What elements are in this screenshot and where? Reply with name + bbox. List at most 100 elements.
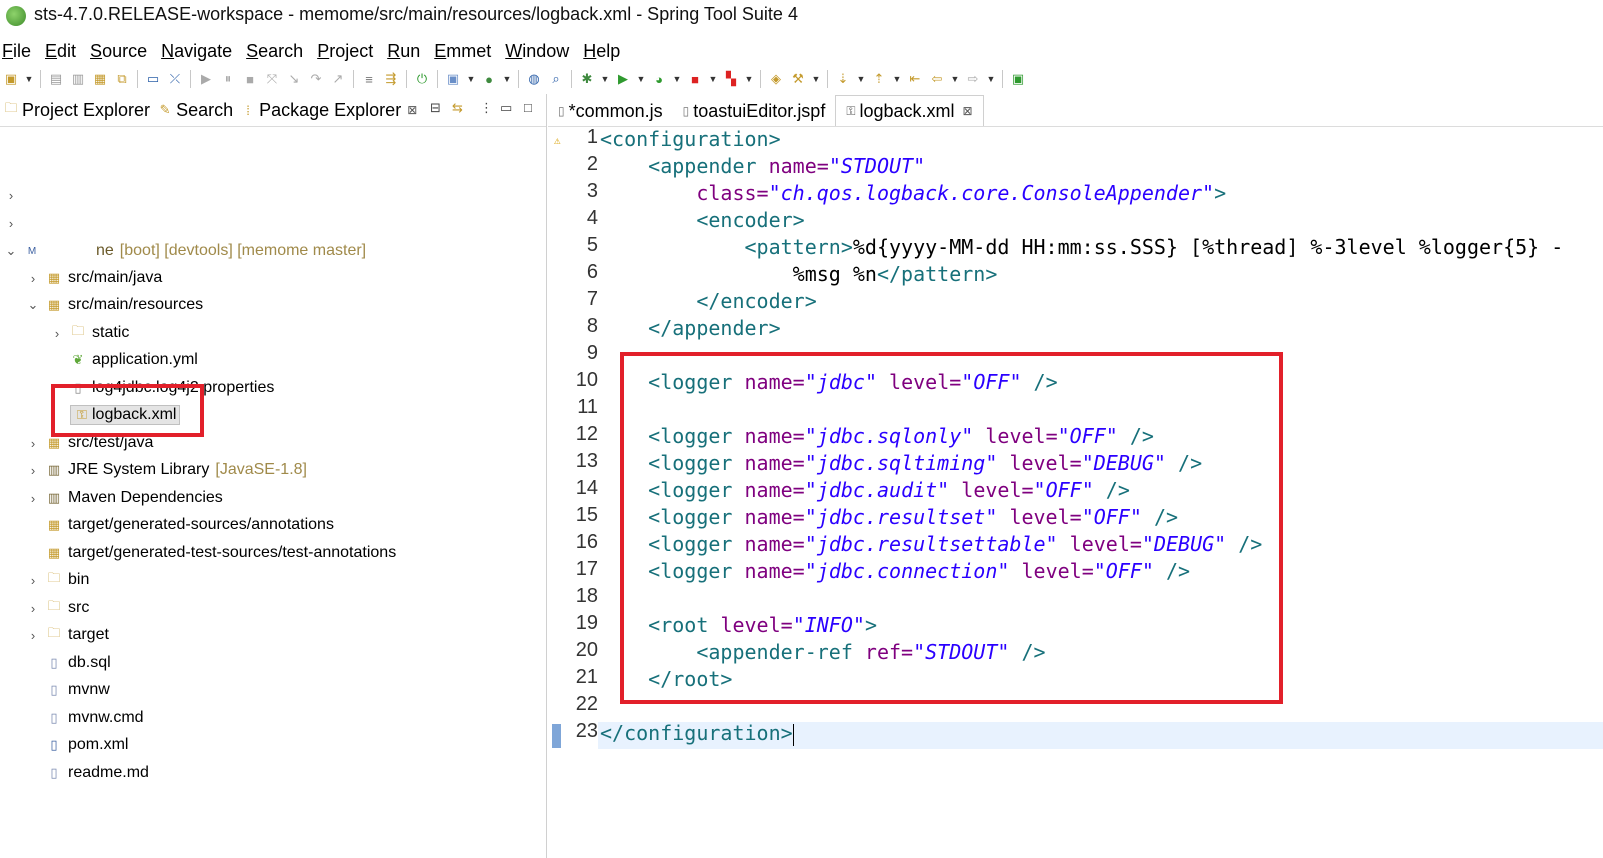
save-all-icon[interactable]: ▥ [69,70,87,88]
relaunch-icon[interactable]: ▚ [722,70,740,88]
next-annotation-icon[interactable]: ⇣ [834,70,852,88]
chevron-down-icon[interactable]: ▼ [744,70,754,88]
chevron-down-icon[interactable]: ⌄ [26,297,40,313]
chevron-right-icon[interactable]: › [26,463,40,478]
tree-item[interactable]: › 🗀 static [50,320,130,346]
chevron-right-icon[interactable]: › [26,573,40,588]
link-editor-icon[interactable]: ⇆ [452,100,463,116]
save-icon[interactable]: ▤ [47,70,65,88]
menu-window[interactable]: Window [505,38,569,66]
tree-row-collapsed[interactable]: › [4,210,24,236]
previous-annotation-icon[interactable]: ⇡ [870,70,888,88]
tree-item[interactable]: ▯ db.sql [26,650,110,676]
tree-item[interactable]: › 🗀 target [26,622,109,648]
tree-item[interactable]: › ▥ Maven Dependencies [26,485,223,511]
chevron-down-icon[interactable]: ⌄ [4,243,18,259]
step-over-icon[interactable]: ↷ [307,70,325,88]
new-class-icon[interactable]: ● [480,70,498,88]
minimize-icon[interactable]: ▭ [500,100,512,116]
warning-icon[interactable]: ⚠ [554,134,561,147]
close-icon[interactable]: ⊠ [963,104,973,118]
chevron-down-icon[interactable]: ▼ [600,70,610,88]
menu-run[interactable]: Run [387,38,420,66]
tree-item[interactable]: ▯ mvnw [26,677,109,703]
new-java-project-icon[interactable]: ▣ [444,70,462,88]
tab-toastui-editor-jspf[interactable]: ▯ toastuiEditor.jspf [673,96,836,126]
suspend-icon[interactable]: ⏸ [219,70,237,88]
step-return-icon[interactable]: ↗ [329,70,347,88]
use-step-filters-icon[interactable]: ⇶ [382,70,400,88]
tab-common-js[interactable]: ▯ *common.js [548,96,673,126]
tree-item[interactable]: › ▦ src/main/java [26,265,162,291]
chevron-down-icon[interactable]: ▼ [811,70,821,88]
console-icon[interactable]: ▭ [144,70,162,88]
tree-item[interactable]: › 🗀 src [26,595,90,621]
tab-logback-xml[interactable]: ⚿ logback.xml ⊠ [835,95,984,126]
chevron-right-icon[interactable]: › [26,601,40,616]
close-icon[interactable]: ⊠ [407,103,417,117]
view-menu-icon[interactable]: ⋮ [480,100,493,116]
tree-item-project[interactable]: ⌄ M ne [boot] [devtools] [memome master] [4,238,367,264]
menu-help[interactable]: Help [583,38,620,66]
open-task-icon[interactable]: ◈ [767,70,785,88]
tree-item[interactable]: ⌄ ▦ src/main/resources [26,292,204,318]
back-icon[interactable]: ⇦ [928,70,946,88]
chevron-down-icon[interactable]: ▼ [892,70,902,88]
chevron-right-icon[interactable]: › [26,436,40,451]
pin-editor-icon[interactable]: ▣ [1009,70,1027,88]
menu-search[interactable]: Search [246,38,303,66]
stop-icon[interactable]: ■ [686,70,704,88]
menu-edit[interactable]: Edit [45,38,76,66]
hammer-icon[interactable]: ⚒ [789,70,807,88]
terminate-icon[interactable]: ■ [241,70,259,88]
debug-icon[interactable]: ✱ [578,70,596,88]
chevron-down-icon[interactable]: ▼ [950,70,960,88]
new-icon[interactable]: ▣ [2,70,20,88]
code-editor[interactable]: ⚠ 1 2 3 4 5 6 7 8 9 10 11 12 13 14 15 16… [548,126,1603,858]
forward-icon[interactable]: ⇨ [964,70,982,88]
menu-source[interactable]: Source [90,38,147,66]
maximize-icon[interactable]: □ [524,100,532,115]
chevron-down-icon[interactable]: ▼ [502,70,512,88]
spring-boot-icon[interactable]: ⏻ [413,70,431,88]
collapse-all-icon[interactable]: ⊟ [430,100,441,116]
tree-row-collapsed[interactable]: › [4,182,24,208]
drop-to-frame-icon[interactable]: ≡ [360,70,378,88]
skip-breakpoints-icon[interactable]: ⤫ [166,70,184,88]
chevron-down-icon[interactable]: ▼ [986,70,996,88]
menu-navigate[interactable]: Navigate [161,38,232,66]
tree-item[interactable]: › 🗀 bin [26,567,90,593]
last-edit-location-icon[interactable]: ⇤ [906,70,924,88]
chevron-right-icon[interactable]: › [50,326,64,341]
chevron-right-icon[interactable]: › [4,188,18,203]
chevron-right-icon[interactable]: › [26,491,40,506]
tree-item[interactable]: ❦ application.yml [50,347,198,373]
tree-item[interactable]: ▯ pom.xml [26,732,128,758]
tab-project-explorer[interactable]: 🗀 Project Explorer [0,94,154,126]
tree-item[interactable]: ▯ readme.md [26,760,149,786]
tab-search[interactable]: ✎ Search [154,94,237,126]
open-resource-icon[interactable]: ⧉ [113,70,131,88]
menu-file[interactable]: File [2,38,31,66]
coverage-icon[interactable]: ◕ [650,70,668,88]
chevron-down-icon[interactable]: ▼ [636,70,646,88]
run-icon[interactable]: ▶ [614,70,632,88]
tree-item[interactable]: ▦ target/generated-sources/annotations [26,512,334,538]
tree-item[interactable]: ▦ target/generated-test-sources/test-ann… [26,540,396,566]
chevron-down-icon[interactable]: ▼ [856,70,866,88]
chevron-down-icon[interactable]: ▼ [466,70,476,88]
disconnect-icon[interactable]: ⤧ [263,70,281,88]
chevron-right-icon[interactable]: › [26,271,40,286]
chevron-right-icon[interactable]: › [4,216,18,231]
open-type-icon[interactable]: ▦ [91,70,109,88]
chevron-down-icon[interactable]: ▼ [708,70,718,88]
tab-package-explorer[interactable]: ⁞ Package Explorer ⊠ [237,94,422,126]
web-browser-icon[interactable]: ◍ [525,70,543,88]
tree-item[interactable]: ▯ mvnw.cmd [26,705,143,731]
chevron-down-icon[interactable]: ▼ [24,70,34,88]
menu-project[interactable]: Project [317,38,373,66]
resume-icon[interactable]: ▶ [197,70,215,88]
search-icon[interactable]: ⌕ [547,70,565,88]
chevron-down-icon[interactable]: ▼ [672,70,682,88]
chevron-right-icon[interactable]: › [26,628,40,643]
